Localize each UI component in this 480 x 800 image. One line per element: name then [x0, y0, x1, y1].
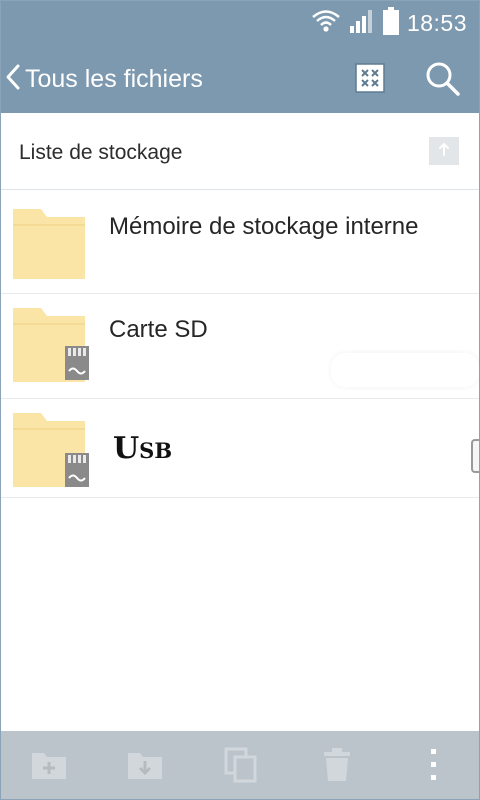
storage-list-header: Liste de stockage	[1, 113, 479, 190]
back-button[interactable]: Tous les fichiers	[1, 57, 203, 101]
storage-item-internal[interactable]: Mémoire de stockage interne	[1, 191, 479, 294]
copy-icon	[224, 747, 258, 788]
status-icons: 18:53	[311, 6, 467, 40]
delete-button[interactable]	[315, 745, 359, 789]
storage-item-label: Mémoire de stockage interne	[109, 213, 419, 240]
signal-icon	[349, 8, 375, 39]
grid-view-button[interactable]	[347, 57, 393, 103]
storage-item-usb[interactable]: Usb	[1, 399, 479, 498]
more-icon	[428, 747, 438, 788]
sd-card-icon	[63, 451, 91, 494]
clock: 18:53	[406, 9, 467, 36]
folder-icon	[11, 203, 87, 286]
search-button[interactable]	[419, 57, 465, 103]
action-bar: Tous les fichiers	[1, 47, 479, 113]
sd-card-icon	[63, 344, 91, 387]
search-icon	[423, 59, 461, 102]
up-button[interactable]	[429, 137, 459, 165]
scroll-handle[interactable]	[471, 439, 479, 473]
move-button[interactable]	[123, 745, 167, 789]
battery-icon	[382, 6, 399, 40]
new-folder-button[interactable]	[27, 745, 71, 789]
bottom-toolbar	[1, 731, 479, 799]
chevron-left-icon	[1, 62, 25, 97]
storage-list-title: Liste de stockage	[19, 141, 183, 164]
download-folder-icon	[126, 749, 164, 786]
copy-button[interactable]	[219, 745, 263, 789]
back-label: Tous les fichiers	[25, 64, 203, 93]
storage-item-label: Carte SD	[109, 316, 208, 343]
grid-view-icon	[354, 62, 386, 99]
wifi-icon	[311, 8, 341, 39]
delete-icon	[322, 747, 352, 788]
shadow-artifact	[331, 353, 479, 387]
more-button[interactable]	[411, 745, 455, 789]
status-bar: 18:53	[1, 1, 479, 47]
up-arrow-icon	[436, 141, 452, 162]
new-folder-icon	[30, 749, 68, 786]
screen: 18:53 Tous les fichiers Liste de stockag…	[0, 0, 480, 800]
storage-item-label: Usb	[113, 431, 173, 466]
